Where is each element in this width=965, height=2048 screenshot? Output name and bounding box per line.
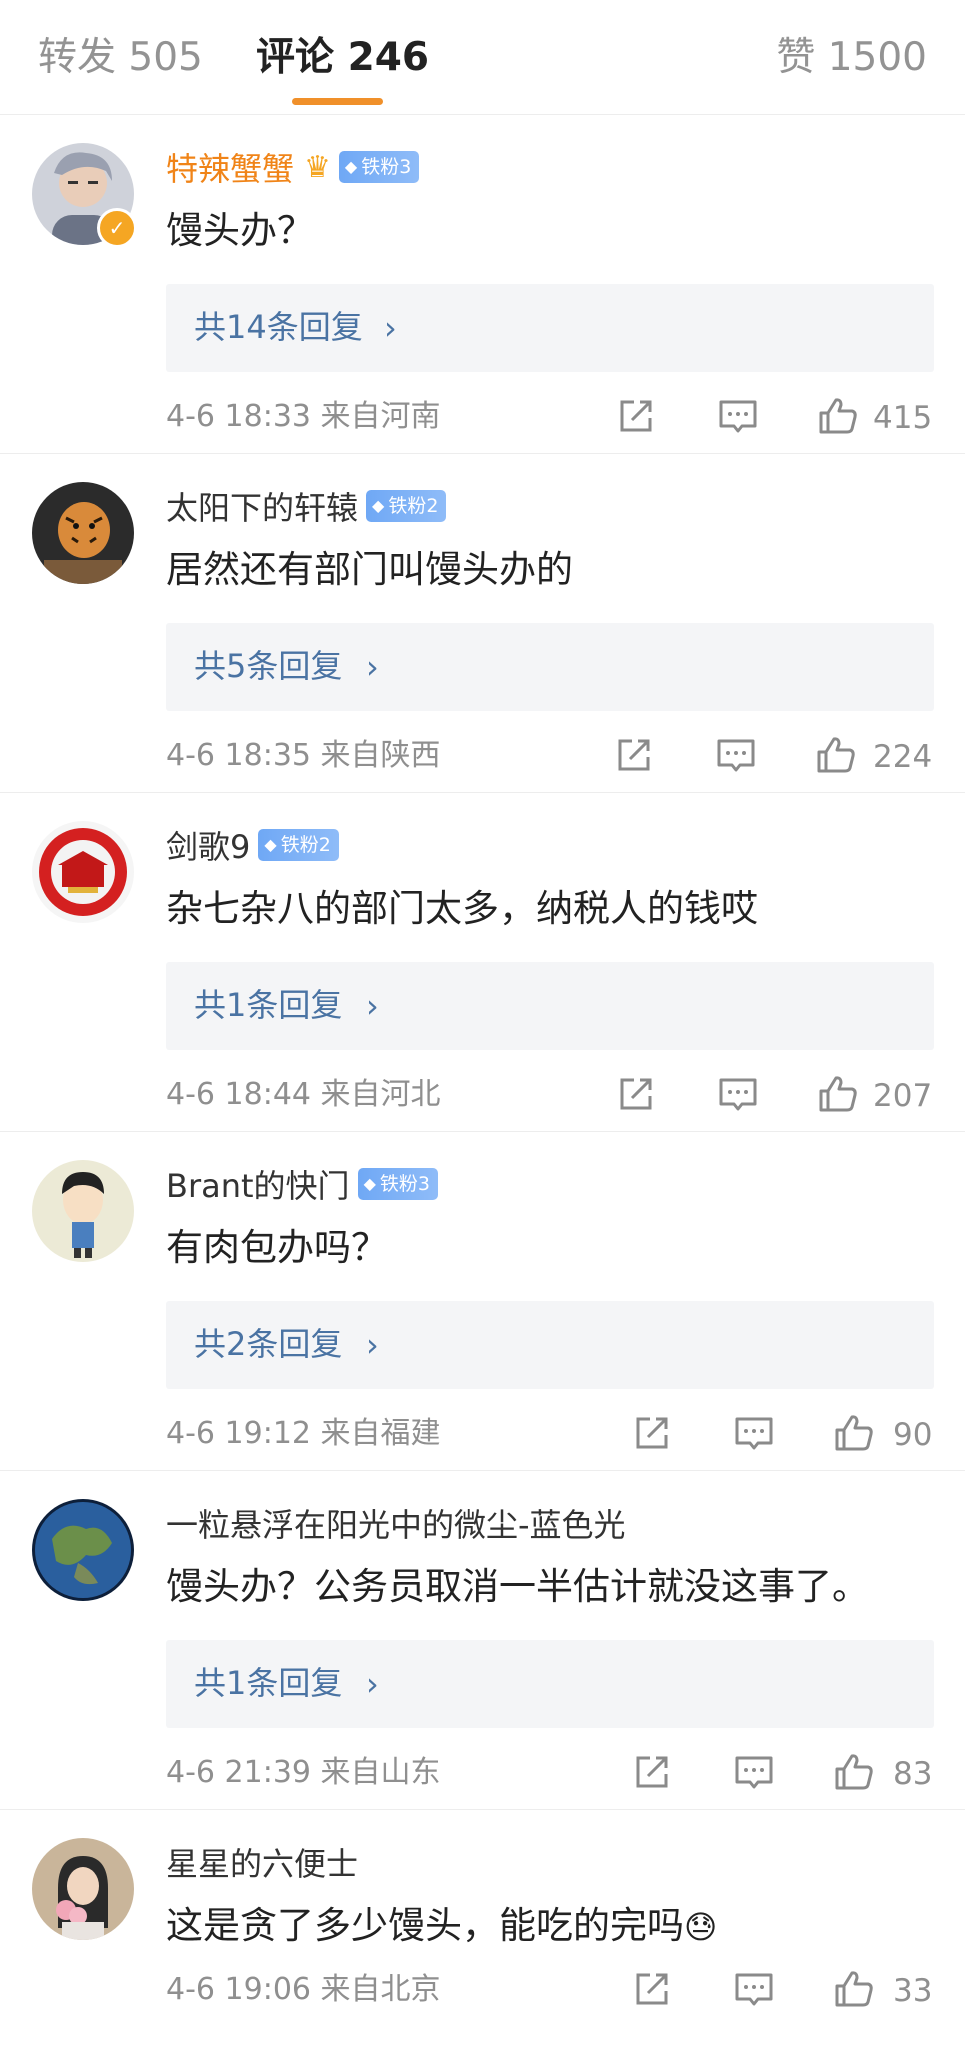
- thumbs-up-icon[interactable]: [832, 1967, 876, 2011]
- comment-icon[interactable]: [732, 1750, 776, 1794]
- username[interactable]: 一粒悬浮在阳光中的微尘-蓝色光: [166, 1500, 626, 1546]
- like-count: 224: [873, 739, 933, 775]
- fan-badge-label: 铁粉3: [361, 156, 412, 178]
- comment-icon[interactable]: [732, 1411, 776, 1455]
- username[interactable]: Brant的快门: [166, 1161, 350, 1207]
- comment-meta: 4-6 18:33 来自河南: [166, 399, 441, 434]
- comment-meta: 4-6 19:12 来自福建: [166, 1416, 441, 1451]
- avatar[interactable]: [32, 1160, 134, 1262]
- username[interactable]: 剑歌9: [166, 822, 250, 868]
- like-count: 90: [893, 1417, 933, 1453]
- thumbs-up-icon[interactable]: [832, 1411, 876, 1455]
- comment-item: ✓ 特辣蟹蟹 ♛ ◆ 铁粉3 馒头办？ 共14条回复 › 4-6 18:33 来自…: [0, 114, 965, 454]
- chevron-right-icon: ›: [366, 1326, 379, 1364]
- chevron-right-icon: ›: [366, 1665, 379, 1703]
- chevron-right-icon: ›: [366, 648, 379, 686]
- comment-text: 杂七杂八的部门太多，纳税人的钱哎: [166, 887, 758, 930]
- reply-count-label: 共2条回复: [194, 1325, 343, 1363]
- comment-text: 有肉包办吗？: [166, 1226, 388, 1269]
- comment-tabs: 转发 505 评论 246 赞 1500: [0, 0, 965, 115]
- comment-icon[interactable]: [716, 394, 760, 438]
- thumbs-up-icon[interactable]: [816, 394, 860, 438]
- fan-badge[interactable]: ◆ 铁粉3: [338, 151, 420, 183]
- comment-meta: 4-6 18:44 来自河北: [166, 1077, 441, 1112]
- tab-reposts[interactable]: 转发 505: [38, 34, 203, 82]
- avatar[interactable]: [32, 1499, 134, 1601]
- comment-meta: 4-6 18:35 来自陕西: [166, 738, 441, 773]
- thumbs-up-icon[interactable]: [832, 1750, 876, 1794]
- reply-count-label: 共14条回复: [194, 308, 363, 346]
- tab-comments[interactable]: 评论 246: [256, 34, 429, 82]
- fan-badge[interactable]: ◆ 铁粉3: [357, 1168, 438, 1200]
- avatar[interactable]: [32, 482, 134, 584]
- like-count: 83: [893, 1756, 933, 1792]
- reply-summary-button[interactable]: 共5条回复 ›: [166, 623, 934, 711]
- comment-item: 太阳下的轩辕 ◆ 铁粉2 居然还有部门叫馒头办的 共5条回复 › 4-6 18:3…: [0, 453, 965, 793]
- comment-item: 一粒悬浮在阳光中的微尘-蓝色光 馒头办？公务员取消一半估计就没这事了。 共1条回…: [0, 1470, 965, 1810]
- share-icon[interactable]: [630, 1411, 674, 1455]
- verified-icon: ✓: [97, 208, 137, 248]
- reply-summary-button[interactable]: 共14条回复 ›: [166, 284, 934, 372]
- reply-count-label: 共1条回复: [194, 1664, 343, 1702]
- fan-badge-label: 铁粉2: [388, 495, 439, 517]
- comment-item: 星星的六便士 这是贪了多少馒头，能吃的完吗😓 4-6 19:06 来自北京 33: [0, 1809, 965, 2039]
- diamond-icon: ◆: [264, 835, 277, 854]
- username[interactable]: 星星的六便士: [166, 1839, 358, 1885]
- tab-likes[interactable]: 赞 1500: [776, 34, 927, 82]
- username[interactable]: 特辣蟹蟹: [166, 144, 294, 190]
- comment-item: 剑歌9 ◆ 铁粉2 杂七杂八的部门太多，纳税人的钱哎 共1条回复 › 4-6 18…: [0, 792, 965, 1132]
- comment-item: Brant的快门 ◆ 铁粉3 有肉包办吗？ 共2条回复 › 4-6 19:12 来…: [0, 1131, 965, 1471]
- comment-icon[interactable]: [716, 1072, 760, 1116]
- active-tab-indicator: [292, 98, 383, 105]
- comment-text: 馒头办？: [166, 209, 314, 252]
- fan-badge-label: 铁粉3: [379, 1173, 430, 1195]
- comment-text-body: 这是贪了多少馒头，能吃的完吗: [166, 1904, 684, 1947]
- fan-badge-label: 铁粉2: [280, 834, 331, 856]
- like-count: 33: [893, 1973, 933, 2009]
- diamond-icon: ◆: [363, 1174, 376, 1193]
- comment-meta: 4-6 19:06 来自北京: [166, 1972, 441, 2007]
- sweat-emoji-icon: 😓: [684, 1908, 718, 1946]
- avatar[interactable]: [32, 1838, 134, 1940]
- reply-count-label: 共1条回复: [194, 986, 343, 1024]
- fan-badge[interactable]: ◆ 铁粉2: [258, 829, 339, 861]
- chevron-right-icon: ›: [366, 987, 379, 1025]
- share-icon[interactable]: [612, 733, 656, 777]
- share-icon[interactable]: [614, 1072, 658, 1116]
- share-icon[interactable]: [614, 394, 658, 438]
- avatar[interactable]: [32, 821, 134, 923]
- comment-text: 居然还有部门叫馒头办的: [166, 548, 573, 591]
- chevron-right-icon: ›: [384, 309, 397, 347]
- reply-count-label: 共5条回复: [194, 647, 343, 685]
- comment-icon[interactable]: [732, 1967, 776, 2011]
- crown-icon: ♛: [304, 149, 331, 185]
- fan-badge[interactable]: ◆ 铁粉2: [366, 490, 447, 522]
- share-icon[interactable]: [630, 1967, 674, 2011]
- thumbs-up-icon[interactable]: [814, 733, 858, 777]
- reply-summary-button[interactable]: 共1条回复 ›: [166, 962, 934, 1050]
- comment-text: 这是贪了多少馒头，能吃的完吗😓: [166, 1901, 717, 1952]
- like-count: 415: [873, 400, 933, 436]
- username[interactable]: 太阳下的轩辕: [166, 483, 358, 529]
- comment-meta: 4-6 21:39 来自山东: [166, 1755, 441, 1790]
- diamond-icon: ◆: [372, 496, 385, 515]
- thumbs-up-icon[interactable]: [816, 1072, 860, 1116]
- reply-summary-button[interactable]: 共1条回复 ›: [166, 1640, 934, 1728]
- comment-text: 馒头办？公务员取消一半估计就没这事了。: [166, 1565, 869, 1608]
- share-icon[interactable]: [630, 1750, 674, 1794]
- reply-summary-button[interactable]: 共2条回复 ›: [166, 1301, 934, 1389]
- like-count: 207: [873, 1078, 933, 1114]
- diamond-icon: ◆: [344, 157, 358, 176]
- comment-icon[interactable]: [714, 733, 758, 777]
